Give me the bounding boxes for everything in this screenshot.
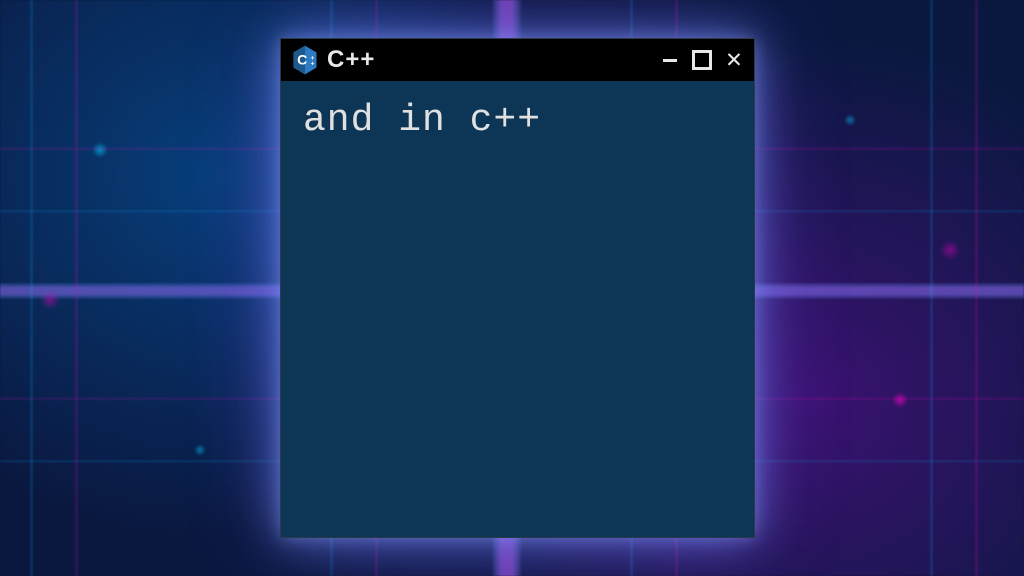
window-controls: ✕ <box>660 50 744 70</box>
editor-content[interactable]: and in c++ <box>281 81 754 537</box>
svg-text:C: C <box>297 52 307 68</box>
maximize-icon <box>692 50 712 70</box>
close-icon: ✕ <box>726 47 742 73</box>
minimize-icon <box>663 59 677 62</box>
code-text: and in c++ <box>303 99 541 142</box>
application-window: C + + C++ ✕ and in c++ <box>280 38 755 538</box>
titlebar[interactable]: C + + C++ ✕ <box>281 39 754 81</box>
svg-text:+: + <box>311 61 315 68</box>
minimize-button[interactable] <box>660 50 680 70</box>
window-title: C++ <box>327 46 652 74</box>
maximize-button[interactable] <box>692 50 712 70</box>
cpp-logo-icon: C + + <box>291 45 319 75</box>
close-button[interactable]: ✕ <box>724 50 744 70</box>
